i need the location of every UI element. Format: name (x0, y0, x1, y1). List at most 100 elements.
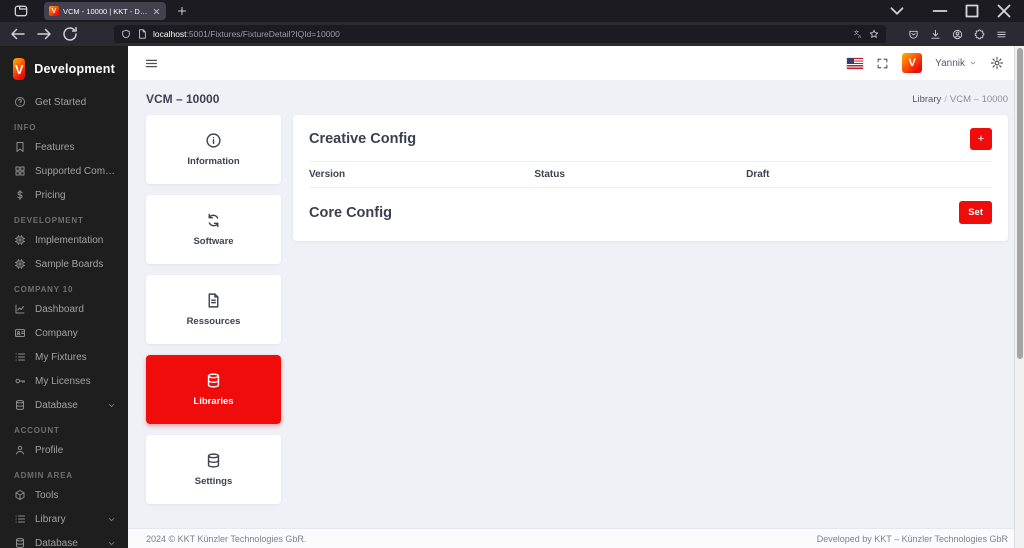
tab-close-icon[interactable] (152, 7, 161, 16)
page-title: VCM – 10000 (146, 92, 220, 106)
tab-list-chevron-icon[interactable] (884, 0, 910, 22)
box-icon (14, 489, 26, 501)
forward-button[interactable] (34, 25, 54, 43)
sidebar-item-implementation[interactable]: Implementation (0, 228, 128, 252)
card-settings[interactable]: Settings (146, 435, 281, 504)
sidebar-item-library[interactable]: Library (0, 507, 128, 531)
add-config-button[interactable]: + (970, 128, 992, 150)
database-icon (205, 452, 222, 469)
sidebar-section-development: DEVELOPMENT (14, 216, 84, 225)
breadcrumb-current: VCM – 10000 (949, 93, 1008, 105)
dollar-icon (14, 189, 26, 201)
chevron-down-icon (107, 515, 116, 524)
page-info-icon[interactable] (137, 29, 147, 39)
sidebar-item-supported-components[interactable]: Supported Components (0, 159, 128, 183)
brand: V Development (0, 53, 128, 90)
chevron-down-icon (107, 401, 116, 410)
language-flag-icon[interactable] (847, 57, 864, 69)
url-bar[interactable]: localhost:5001/Fixtures/FixtureDetail?IQ… (114, 25, 886, 43)
sidebar-section-admin-area: ADMIN AREA (14, 471, 73, 480)
user-menu[interactable]: Yannik (935, 58, 977, 69)
database-icon (14, 537, 26, 548)
column-status: Status (534, 161, 747, 188)
pocket-icon[interactable] (908, 29, 919, 40)
reload-button[interactable] (60, 25, 80, 43)
brand-name: Development (34, 62, 115, 76)
firefox-view-icon[interactable] (10, 3, 32, 19)
sidebar-item-database-admin[interactable]: Database (0, 531, 128, 548)
extensions-icon[interactable] (974, 29, 985, 40)
sidebar-toggle-button[interactable] (144, 56, 159, 71)
breadcrumb-library-link[interactable]: Library (912, 94, 941, 105)
tab-title: VCM - 10000 | KKT - Developme (63, 6, 148, 16)
question-circle-icon (14, 96, 26, 108)
footer-developed-by: Developed by KKT – Künzler Technologies … (816, 533, 1008, 544)
scrollbar[interactable] (1014, 46, 1024, 548)
database-icon (14, 399, 26, 411)
database-icon (205, 372, 222, 389)
sidebar-section-info: INFO (14, 123, 37, 132)
window-minimize-button[interactable] (924, 0, 956, 22)
column-draft: Draft (746, 161, 992, 188)
window-maximize-button[interactable] (956, 0, 988, 22)
config-panel: Creative Config + Version Status Draft C… (293, 115, 1008, 241)
set-core-config-button[interactable]: Set (959, 201, 992, 224)
creative-config-table: Version Status Draft (309, 161, 992, 188)
grid-icon (14, 165, 26, 177)
browser-window: V VCM - 10000 | KKT - Developme localhos… (0, 0, 1024, 548)
gear-icon[interactable] (990, 56, 1004, 70)
fullscreen-icon[interactable] (876, 57, 889, 70)
translate-icon[interactable]: 文A (853, 29, 863, 39)
chip-icon (14, 258, 26, 270)
window-close-button[interactable] (988, 0, 1020, 22)
info-icon (205, 132, 222, 149)
breadcrumb: Library / VCM – 10000 (912, 93, 1008, 105)
sidebar-item-database[interactable]: Database (0, 393, 128, 417)
sidebar-item-dashboard[interactable]: Dashboard (0, 297, 128, 321)
bookmark-star-icon[interactable] (869, 29, 879, 39)
chip-icon (14, 234, 26, 246)
core-config-title: Core Config (309, 204, 392, 221)
person-icon (14, 444, 26, 456)
file-icon (205, 292, 222, 309)
url-text: localhost:5001/Fixtures/FixtureDetail?IQ… (153, 29, 847, 39)
sidebar-item-pricing[interactable]: Pricing (0, 183, 128, 207)
app-topbar: V Yannik (128, 46, 1014, 80)
sidebar-item-company[interactable]: Company (0, 321, 128, 345)
sidebar-item-profile[interactable]: Profile (0, 438, 128, 462)
sidebar-item-features[interactable]: Features (0, 135, 128, 159)
back-button[interactable] (8, 25, 28, 43)
list-icon (14, 351, 26, 363)
chevron-down-icon (107, 539, 116, 548)
sidebar: V Development Get Started INFO Features … (0, 46, 128, 548)
card-information[interactable]: Information (146, 115, 281, 184)
url-host: localhost (153, 29, 187, 39)
url-path: :5001/Fixtures/FixtureDetail?IQId=10000 (186, 29, 340, 39)
sidebar-item-tools[interactable]: Tools (0, 483, 128, 507)
download-icon[interactable] (930, 29, 941, 40)
sidebar-item-my-licenses[interactable]: My Licenses (0, 369, 128, 393)
sidebar-section-company: COMPANY 10 (14, 285, 74, 294)
user-avatar[interactable]: V (902, 53, 923, 73)
shield-icon[interactable] (121, 29, 131, 39)
sidebar-item-my-fixtures[interactable]: My Fixtures (0, 345, 128, 369)
id-card-icon (14, 327, 26, 339)
card-libraries[interactable]: Libraries (146, 355, 281, 424)
footer: 2024 © KKT Künzler Technologies GbR. Dev… (128, 528, 1014, 548)
sidebar-item-sample-boards[interactable]: Sample Boards (0, 252, 128, 276)
card-ressources[interactable]: Ressources (146, 275, 281, 344)
footer-copyright: 2024 © KKT Künzler Technologies GbR. (146, 533, 307, 544)
account-icon[interactable] (952, 29, 963, 40)
creative-config-title: Creative Config (309, 131, 417, 147)
bookmark-icon (14, 141, 26, 153)
chevron-down-icon (969, 59, 977, 67)
new-tab-button[interactable] (176, 5, 188, 17)
brand-logo: V (13, 58, 26, 80)
scrollbar-thumb[interactable] (1017, 48, 1023, 360)
page-content: VCM – 10000 Library / VCM – 10000 Informat… (128, 80, 1014, 528)
sidebar-item-get-started[interactable]: Get Started (0, 90, 128, 114)
tab-favicon: V (49, 6, 59, 16)
card-software[interactable]: Software (146, 195, 281, 264)
browser-tab[interactable]: V VCM - 10000 | KKT - Developme (44, 2, 166, 20)
menu-icon[interactable] (996, 29, 1007, 40)
